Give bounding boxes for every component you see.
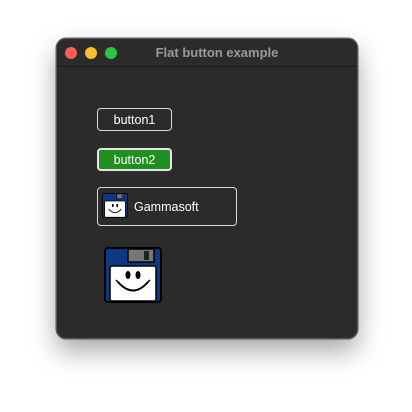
button2[interactable]: button2 (97, 148, 172, 171)
window-title: Flat button example (155, 45, 279, 60)
floppy-disk-icon (102, 190, 128, 224)
button1[interactable]: button1 (97, 108, 172, 131)
button1-label: button1 (113, 112, 156, 127)
floppy-disk-icon[interactable] (104, 247, 162, 303)
app-window: Flat button example button1 button2 Gamm… (56, 38, 358, 339)
gammasoft-button[interactable]: Gammasoft (97, 187, 237, 226)
title-bar[interactable]: Flat button example (57, 39, 357, 67)
gammasoft-label: Gammasoft (134, 199, 199, 214)
button2-label: button2 (113, 152, 156, 167)
